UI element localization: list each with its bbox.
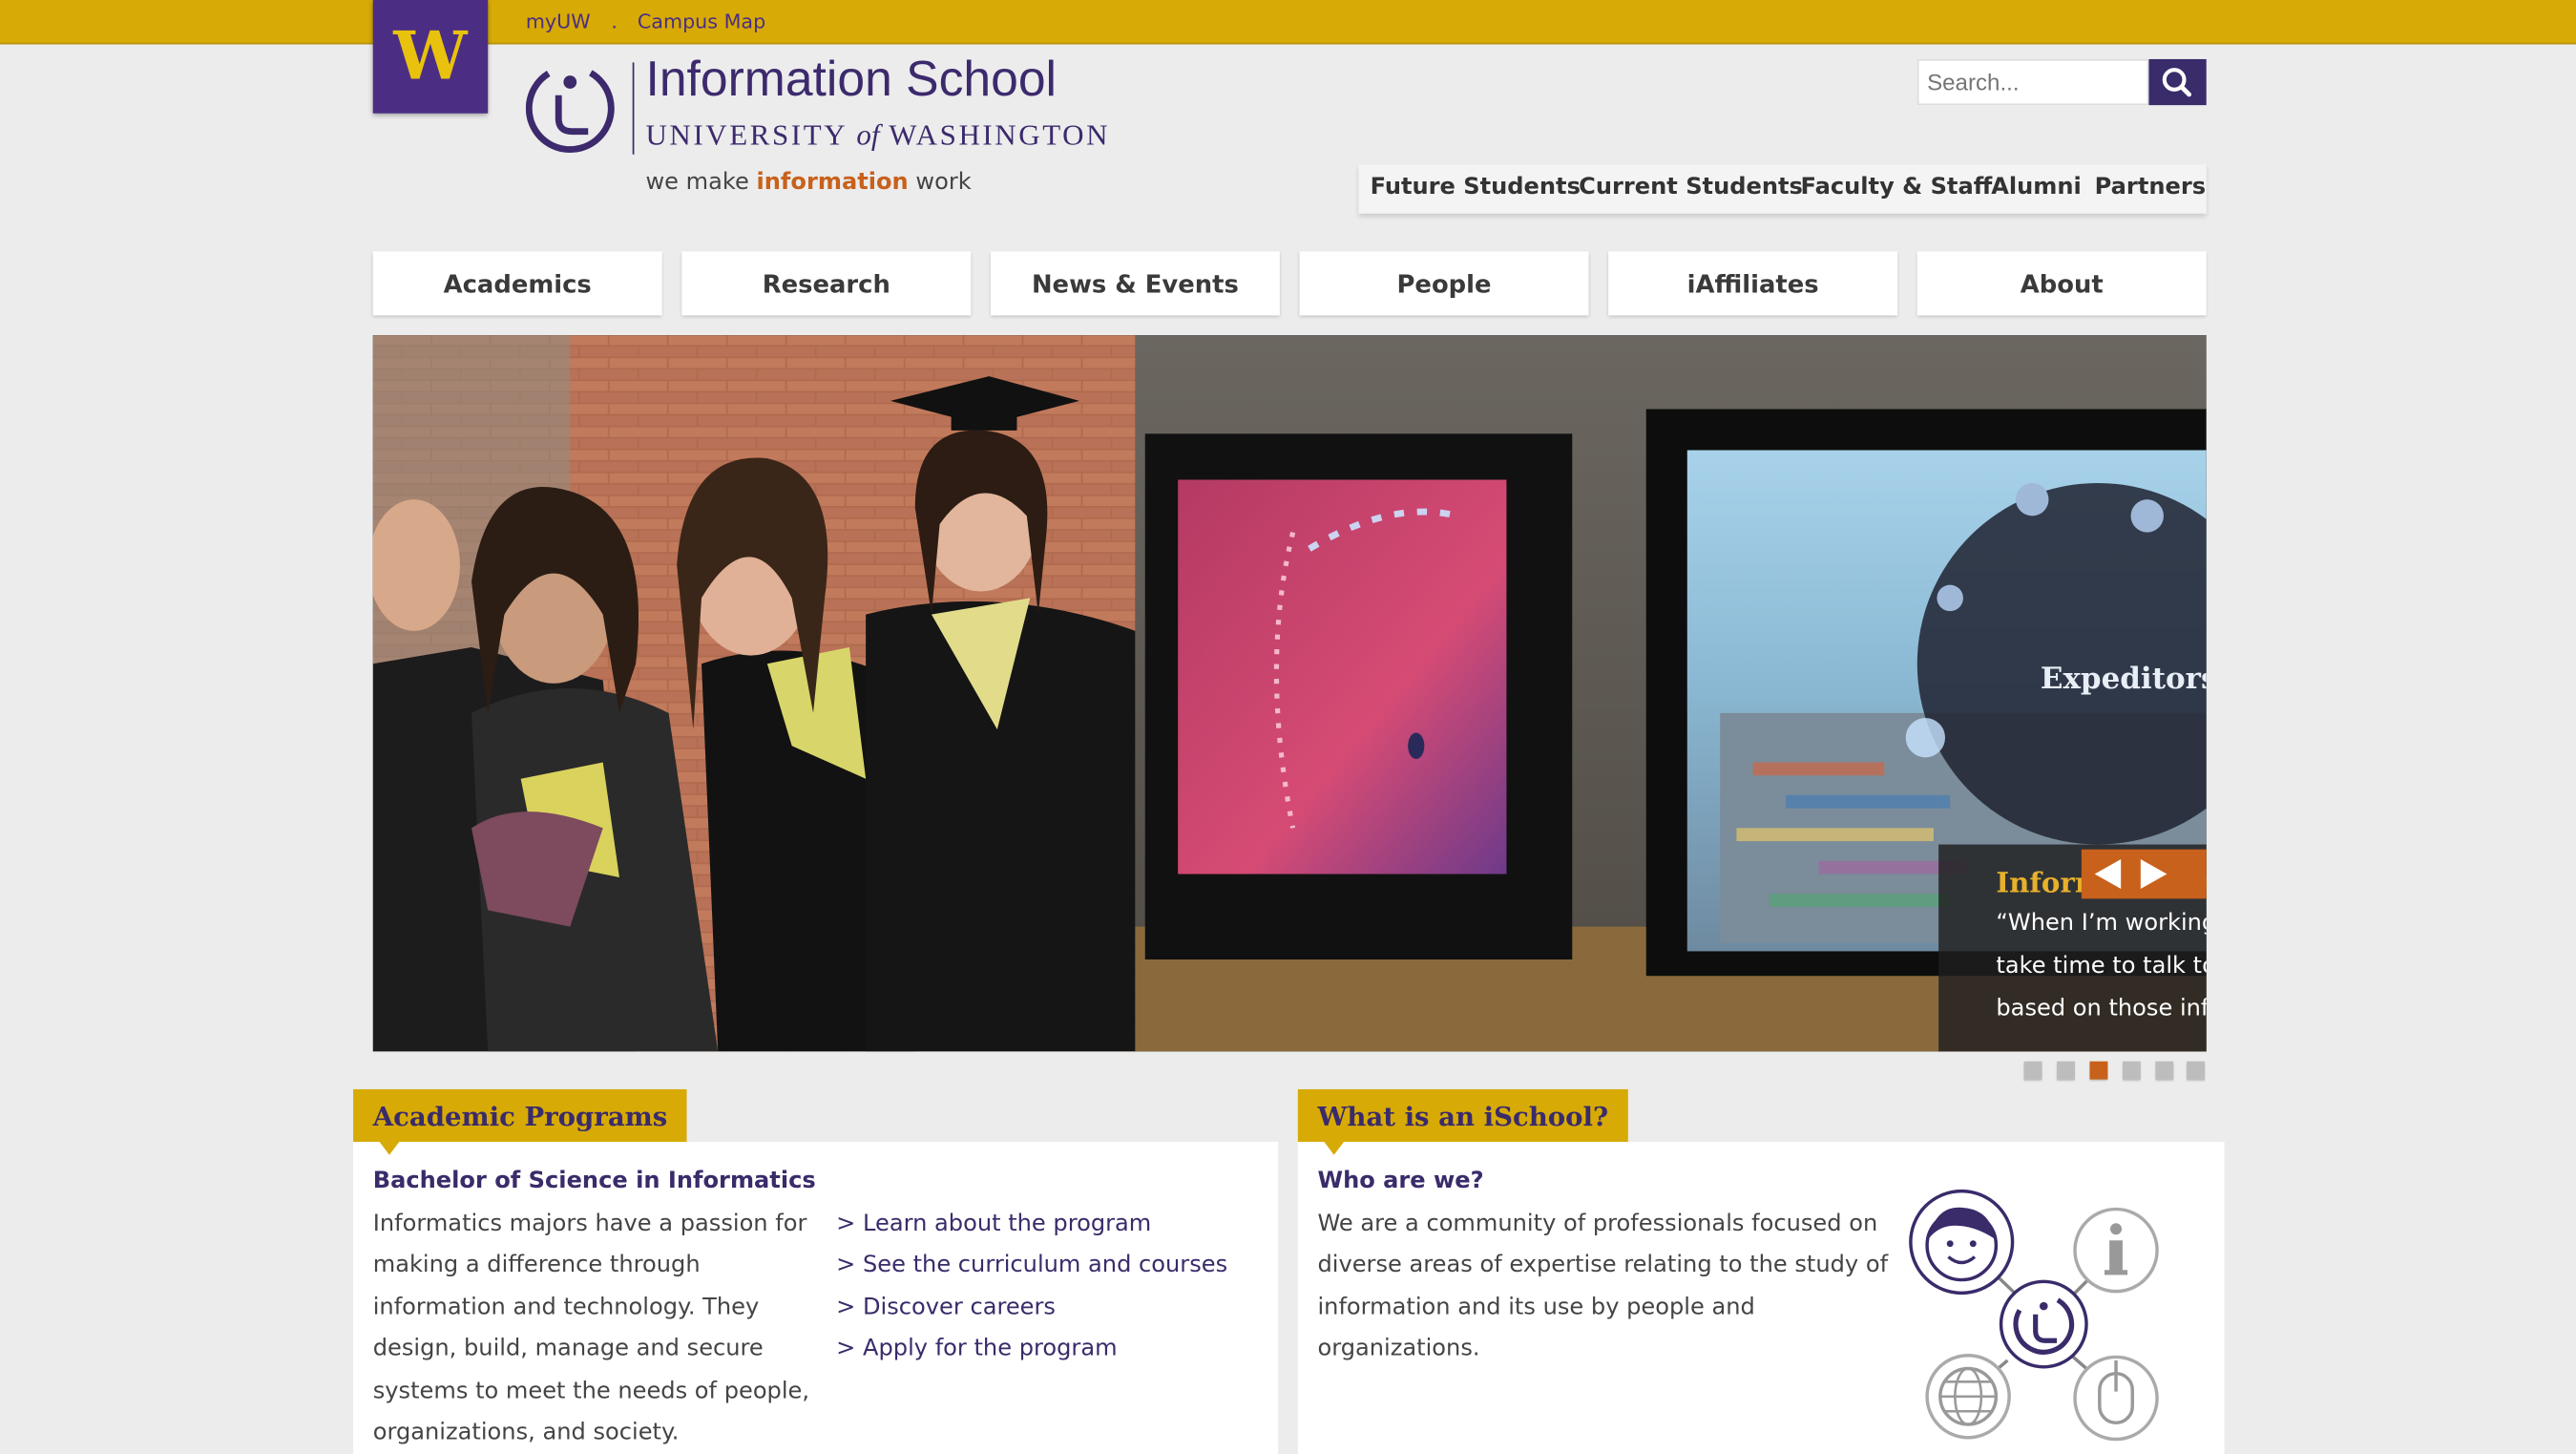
slide-dot[interactable] <box>2122 1061 2141 1080</box>
nav-academics[interactable]: Academics <box>372 251 662 316</box>
search-button[interactable] <box>2148 58 2207 106</box>
program-description-line: Informatics majors have a passion for <box>372 1211 807 1237</box>
search-icon <box>2162 68 2192 97</box>
ischool-description-line: information and its use by people and <box>1317 1295 1755 1321</box>
ischool-description-line: We are a community of professionals focu… <box>1317 1211 1878 1237</box>
academic-programs-tab: Academic Programs <box>353 1088 687 1143</box>
nav-news-events[interactable]: News & Events <box>990 251 1280 316</box>
program-description-line: information and technology. They <box>372 1295 760 1321</box>
ischool-diagram <box>1909 1189 2159 1442</box>
university-name: UNIVERSITY of WASHINGTON <box>645 117 1111 152</box>
tab-notch <box>379 1142 400 1155</box>
program-description-line: systems to meet the needs of people, <box>372 1378 810 1405</box>
curriculum-link[interactable]: > See the curriculum and courses <box>836 1252 1227 1278</box>
nav-faculty-staff[interactable]: Faculty & Staff <box>1801 174 1993 200</box>
nav-partners[interactable]: Partners <box>2095 174 2206 200</box>
ischool-description-line: organizations. <box>1317 1336 1480 1362</box>
slide-dot[interactable] <box>2155 1061 2174 1080</box>
what-is-ischool-tab: What is an iSchool? <box>1297 1088 1628 1143</box>
nav-research[interactable]: Research <box>681 251 972 316</box>
program-description-line: organizations, and society. <box>372 1419 680 1446</box>
campus-map-link[interactable]: Campus Map <box>638 10 765 32</box>
nav-iaffiliates[interactable]: iAffiliates <box>1608 251 1898 316</box>
nav-current-students[interactable]: Current Students <box>1579 174 1803 200</box>
person-icon <box>1909 1189 2015 1296</box>
topbar-separator: . <box>611 10 618 33</box>
program-description-line: making a difference through <box>372 1252 701 1278</box>
nav-alumni[interactable]: Alumni <box>1991 174 2082 200</box>
uw-logo[interactable]: W <box>372 0 489 114</box>
slide-caption-line: “When I’m working <box>1996 910 2207 937</box>
nav-about[interactable]: About <box>1916 251 2207 316</box>
slide-caption-line: take time to talk to <box>1996 953 2207 980</box>
info-icon <box>2073 1207 2159 1294</box>
bs-informatics-heading[interactable]: Bachelor of Science in Informatics <box>373 1169 816 1195</box>
tagline: we make information work <box>645 169 972 196</box>
uw-logo-letter: W <box>393 17 468 95</box>
slide-caption-line: based on those inf <box>1996 995 2207 1022</box>
program-description-line: design, build, manage and secure <box>372 1336 764 1362</box>
search-input[interactable] <box>1916 58 2149 106</box>
learn-program-link[interactable]: > Learn about the program <box>836 1211 1151 1237</box>
school-title: Information School <box>645 53 1058 107</box>
careers-link[interactable]: > Discover careers <box>836 1295 1056 1321</box>
tab-notch <box>1324 1142 1345 1155</box>
next-arrow-icon[interactable] <box>2140 859 2168 890</box>
slide-dot[interactable] <box>2057 1061 2076 1080</box>
mouse-icon <box>2073 1355 2159 1442</box>
apply-link[interactable]: > Apply for the program <box>836 1336 1117 1362</box>
slide-dot[interactable] <box>2187 1061 2205 1080</box>
ischool-logo-icon <box>1999 1279 2088 1369</box>
hero-image: Expeditors <box>372 335 2207 1052</box>
ischool-description-line: diverse areas of expertise relating to t… <box>1317 1252 1889 1278</box>
slide-dot[interactable] <box>2023 1061 2042 1080</box>
svg-text:Expeditors: Expeditors <box>2041 662 2207 696</box>
who-are-we-heading: Who are we? <box>1317 1168 1484 1195</box>
slide-dot-active[interactable] <box>2089 1061 2108 1080</box>
nav-people[interactable]: People <box>1299 251 1589 316</box>
logo-divider <box>632 62 635 155</box>
prev-arrow-icon[interactable] <box>2094 859 2122 890</box>
slide-arrows <box>2081 849 2207 899</box>
globe-icon <box>1925 1354 2011 1440</box>
nav-future-students[interactable]: Future Students <box>1371 174 1581 200</box>
ischool-logo-icon[interactable] <box>525 62 618 154</box>
myuw-link[interactable]: myUW <box>526 10 591 32</box>
hero-slideshow[interactable]: Expeditors <box>372 335 2207 1052</box>
